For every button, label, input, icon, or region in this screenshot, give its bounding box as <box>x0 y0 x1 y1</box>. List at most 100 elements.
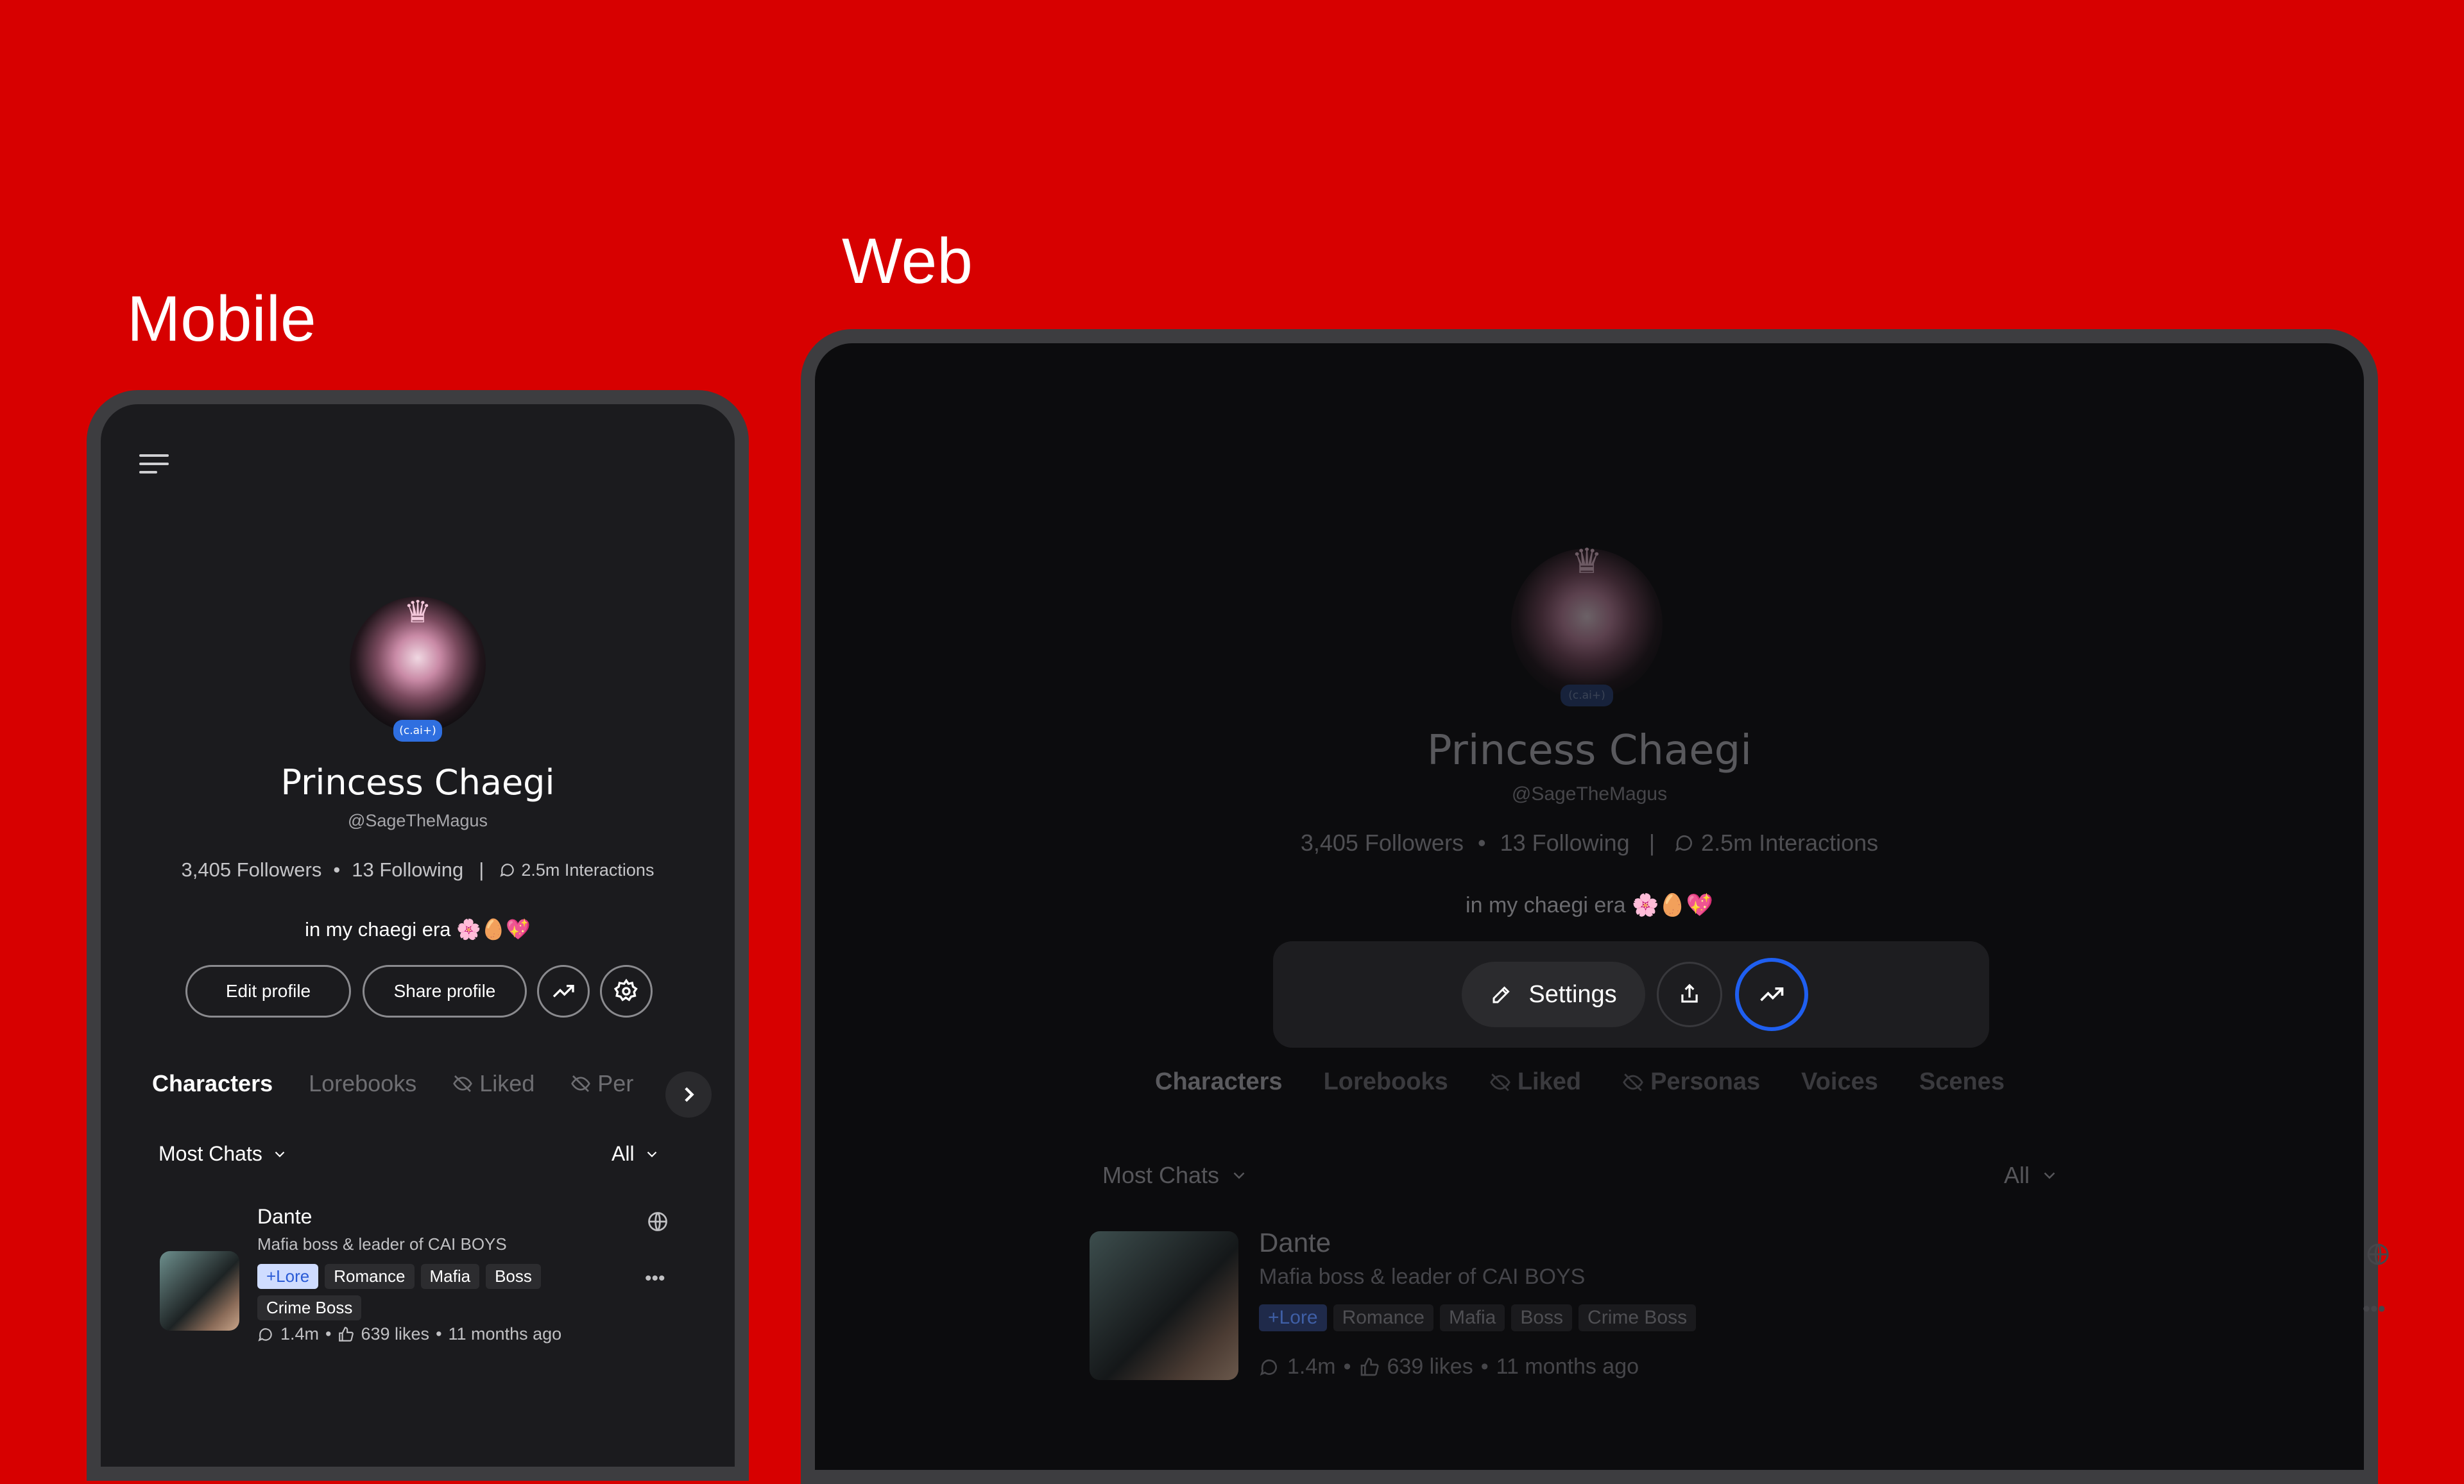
thumbs-up-icon <box>1360 1357 1379 1376</box>
avatar[interactable]: ♛ (c.ai+) <box>350 595 486 742</box>
tab-scenes[interactable]: Scenes <box>1919 1068 2005 1096</box>
tab-characters[interactable]: Characters <box>152 1070 273 1097</box>
menu-icon[interactable] <box>139 454 169 477</box>
tag-boss[interactable]: Boss <box>486 1264 541 1289</box>
share-profile-button[interactable]: Share profile <box>363 965 527 1018</box>
filter-label: All <box>2004 1162 2030 1188</box>
tag-lore[interactable]: +Lore <box>1259 1304 1327 1331</box>
chat-bubble-icon <box>1675 835 1693 852</box>
tag-lore[interactable]: +Lore <box>257 1264 319 1289</box>
dot-separator: • <box>1343 1354 1351 1379</box>
profile-name: Princess Chaegi <box>1427 727 1752 774</box>
more-icon[interactable]: ••• <box>645 1268 665 1290</box>
tab-voices[interactable]: Voices <box>1801 1068 1878 1096</box>
tab-liked-label: Liked <box>1517 1068 1582 1095</box>
thumbs-up-icon <box>339 1326 354 1342</box>
interactions-count: 2.5m Interactions <box>1701 830 1879 856</box>
tab-personas-label: Personas <box>1650 1068 1761 1095</box>
chevron-down-icon <box>2044 1172 2055 1179</box>
character-thumbnail[interactable] <box>1090 1231 1238 1380</box>
share-button[interactable] <box>1657 962 1722 1027</box>
settings-button[interactable] <box>600 965 653 1018</box>
following-count[interactable]: 13 Following <box>352 858 463 882</box>
sort-dropdown[interactable]: Most Chats <box>1102 1162 1249 1189</box>
chevron-down-icon <box>1233 1172 1245 1179</box>
dot-separator: • <box>325 1324 332 1343</box>
character-name[interactable]: Dante <box>257 1205 312 1229</box>
eye-off-icon <box>1623 1073 1643 1091</box>
tag-mafia[interactable]: Mafia <box>420 1264 480 1289</box>
chevron-down-icon <box>647 1151 656 1157</box>
profile-name: Princess Chaegi <box>280 762 555 803</box>
globe-icon <box>2365 1241 2391 1267</box>
tag-crime-boss[interactable]: Crime Boss <box>257 1295 362 1320</box>
followers-count: 3,405 Followers <box>1300 830 1464 856</box>
tag-mafia[interactable]: Mafia <box>1439 1304 1505 1331</box>
profile-stats: 3,405 Followers • 13 Following | 2.5m In… <box>101 858 735 882</box>
crown-icon: ♛ <box>1571 542 1603 581</box>
tag-crime-boss[interactable]: Crime Boss <box>1579 1304 1697 1331</box>
share-icon <box>1681 984 1698 1003</box>
character-thumbnail[interactable] <box>160 1251 239 1331</box>
filter-label: All <box>612 1142 635 1165</box>
more-icon[interactable]: ••• <box>2363 1297 2386 1322</box>
tag-romance[interactable]: Romance <box>1333 1304 1433 1331</box>
tab-personas[interactable]: Personas <box>1622 1068 1760 1096</box>
sort-dropdown[interactable]: Most Chats <box>158 1142 288 1166</box>
tab-personas[interactable]: Per <box>570 1070 633 1097</box>
divider: | <box>1648 830 1656 856</box>
tag-romance[interactable]: Romance <box>325 1264 415 1289</box>
trending-up-icon <box>552 985 574 998</box>
character-meta: 1.4m • 639 likes • 11 months ago <box>1259 1354 1639 1379</box>
character-tags: +Lore Romance Mafia Boss Crime Boss <box>257 1264 578 1320</box>
filter-dropdown[interactable]: All <box>2004 1162 2059 1189</box>
settings-button[interactable]: Settings <box>1462 962 1645 1027</box>
eye-off-icon <box>1490 1073 1510 1091</box>
web-device-frame: ♛ (c.ai+) Princess Chaegi @SageTheMagus … <box>801 329 2389 1484</box>
interactions-count: 2.5m Interactions <box>521 860 654 880</box>
character-meta: 1.4m • 639 likes • 11 months ago <box>257 1324 561 1344</box>
edit-profile-button[interactable]: Edit profile <box>185 965 351 1018</box>
stats-button[interactable] <box>537 965 590 1018</box>
tab-liked[interactable]: Liked <box>452 1070 535 1097</box>
profile-bio: in my chaegi era 🌸🥚💖 <box>1466 893 1713 917</box>
web-heading: Web <box>842 225 973 297</box>
chat-bubble-icon <box>258 1327 272 1342</box>
mobile-heading: Mobile <box>127 283 316 355</box>
gear-icon <box>613 978 638 1002</box>
tab-liked[interactable]: Liked <box>1489 1068 1581 1096</box>
character-description: Mafia boss & leader of CAI BOYS <box>257 1234 507 1254</box>
avatar: ♛ (c.ai+) <box>1511 542 1663 706</box>
plus-badge: (c.ai+) <box>393 720 442 742</box>
like-count: 639 likes <box>1387 1354 1473 1379</box>
interactions-stat: 2.5m Interactions <box>1674 830 1878 857</box>
tag-boss[interactable]: Boss <box>1511 1304 1573 1331</box>
profile-bio: in my chaegi era 🌸🥚💖 <box>305 918 531 941</box>
chat-bubble-icon <box>1260 1359 1277 1376</box>
character-age: 11 months ago <box>1496 1354 1639 1379</box>
character-name[interactable]: Dante <box>1259 1227 1331 1258</box>
followers-count[interactable]: 3,405 Followers <box>182 858 322 882</box>
like-count: 639 likes <box>361 1324 430 1343</box>
chat-count: 1.4m <box>280 1324 320 1343</box>
crown-icon: ♛ <box>404 595 432 629</box>
dot-separator: • <box>333 858 341 881</box>
tab-lorebooks[interactable]: Lorebooks <box>309 1070 416 1097</box>
tab-lorebooks[interactable]: Lorebooks <box>1324 1068 1448 1096</box>
eye-off-icon <box>571 1075 591 1092</box>
tabs-scroll-right-button[interactable] <box>665 1071 712 1118</box>
dot-separator: • <box>1480 1354 1489 1379</box>
character-tags: +Lore Romance Mafia Boss Crime Boss <box>1259 1304 1697 1331</box>
following-count: 13 Following <box>1500 830 1630 856</box>
dot-separator: • <box>436 1324 442 1343</box>
profile-tabs: Characters Lorebooks Liked Personas Voic… <box>1155 1068 2005 1096</box>
character-description: Mafia boss & leader of CAI BOYS <box>1259 1265 1586 1289</box>
tab-characters[interactable]: Characters <box>1155 1068 1283 1096</box>
mobile-device-frame: ♛ (c.ai+) Princess Chaegi @SageTheMagus … <box>87 390 749 1481</box>
character-age: 11 months ago <box>448 1324 562 1343</box>
chevron-right-icon <box>685 1087 694 1102</box>
settings-label: Settings <box>1528 980 1617 1008</box>
chevron-down-icon <box>275 1151 285 1157</box>
filter-dropdown[interactable]: All <box>612 1142 660 1166</box>
stats-button[interactable] <box>1735 958 1808 1031</box>
